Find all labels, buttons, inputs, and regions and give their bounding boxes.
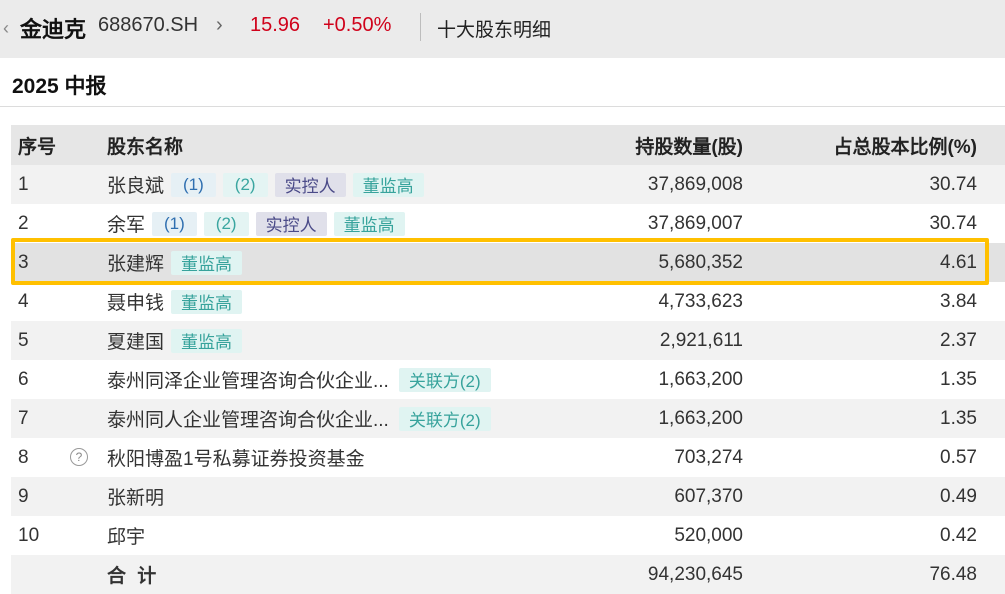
column-header-shares[interactable]: 持股数量(股) <box>571 125 743 165</box>
stock-code: 688670.SH <box>98 14 199 36</box>
table-row-highlighted[interactable]: 3 张建辉 董监高 5,680,352 4.61 <box>11 243 1005 282</box>
shareholder-name-cell: 泰州同泽企业管理咨询合伙企业... 关联方(2) <box>107 360 491 399</box>
page-title: 十大股东明细 <box>437 20 552 41</box>
shareholder-name[interactable]: 聂申钱 <box>107 288 164 315</box>
shares-cell: 5,680,352 <box>658 251 743 273</box>
shareholder-name-cell: 秋阳博盈1号私募证券投资基金 <box>107 438 365 477</box>
shareholder-name[interactable]: 余军 <box>107 210 145 237</box>
shareholder-name-cell: 余军 (1) (2) 实控人 董监高 <box>107 204 405 243</box>
shareholder-name[interactable]: 张建辉 <box>107 249 164 276</box>
tag-related-party[interactable]: 关联方(2) <box>398 406 491 431</box>
ratio-cell: 3.84 <box>940 290 977 312</box>
total-shares-cell: 94,230,645 <box>647 563 743 585</box>
row-index: 7 <box>18 407 29 429</box>
ratio-cell: 1.35 <box>940 407 977 429</box>
table-header-row: 序号 股东名称 持股数量(股) 占总股本比例(%) <box>11 125 1005 165</box>
section-divider <box>0 106 1005 107</box>
ratio-cell: 2.37 <box>940 329 977 351</box>
shareholder-name[interactable]: 夏建国 <box>107 327 164 354</box>
shareholder-name-cell: 夏建国 董监高 <box>107 321 243 360</box>
ratio-cell: 30.74 <box>929 173 977 195</box>
tag-note-2[interactable]: (2) <box>222 172 268 197</box>
total-label-cell: 合 计 <box>107 555 159 594</box>
shareholder-name-cell: 邱宇 <box>107 516 145 555</box>
shareholder-name[interactable]: 泰州同人企业管理咨询合伙企业... <box>107 405 389 432</box>
ratio-cell: 0.42 <box>940 524 977 546</box>
header-divider <box>420 13 421 41</box>
shareholder-name-cell: 泰州同人企业管理咨询合伙企业... 关联方(2) <box>107 399 491 438</box>
ratio-cell: 4.61 <box>940 251 977 273</box>
row-index: 8 <box>18 446 29 468</box>
stock-name: 金迪克 <box>20 17 87 42</box>
row-index: 1 <box>18 173 29 195</box>
row-index: 6 <box>18 368 29 390</box>
ratio-cell: 30.74 <box>929 212 977 234</box>
report-period-title: 2025 中报 <box>12 75 107 98</box>
table-row[interactable]: 1 张良斌 (1) (2) 实控人 董监高 37,869,008 30.74 <box>11 165 1005 204</box>
back-chevron-icon[interactable]: ‹ <box>0 18 12 39</box>
table-row[interactable]: 5 夏建国 董监高 2,921,611 2.37 <box>11 321 1005 360</box>
table-row[interactable]: 9 张新明 607,370 0.49 <box>11 477 1005 516</box>
tag-management: 董监高 <box>171 328 243 353</box>
table-row[interactable]: 6 泰州同泽企业管理咨询合伙企业... 关联方(2) 1,663,200 1.3… <box>11 360 1005 399</box>
tag-management: 董监高 <box>171 289 243 314</box>
row-index: 5 <box>18 329 29 351</box>
shares-cell: 37,869,008 <box>647 173 743 195</box>
shareholder-name[interactable]: 泰州同泽企业管理咨询合伙企业... <box>107 366 389 393</box>
tag-management: 董监高 <box>352 172 424 197</box>
table-total-row: 合 计 94,230,645 76.48 <box>11 555 1005 594</box>
shares-cell: 607,370 <box>674 485 743 507</box>
shareholder-name[interactable]: 张新明 <box>107 483 164 510</box>
total-ratio-cell: 76.48 <box>929 563 977 585</box>
price-change-percent: +0.50% <box>323 14 392 36</box>
shares-cell: 2,921,611 <box>659 329 743 351</box>
row-index: 4 <box>18 290 29 312</box>
ratio-cell: 0.57 <box>940 446 977 468</box>
tag-related-party[interactable]: 关联方(2) <box>398 367 491 392</box>
help-question-icon[interactable]: ? <box>70 448 88 466</box>
shareholder-name-cell: 张新明 <box>107 477 164 516</box>
row-index: 3 <box>18 251 29 273</box>
shares-cell: 1,663,200 <box>658 368 743 390</box>
shareholder-name[interactable]: 邱宇 <box>107 522 145 549</box>
row-index: 2 <box>18 212 29 234</box>
total-label: 合 计 <box>107 566 160 587</box>
tag-controller: 实控人 <box>274 172 346 197</box>
chevron-right-icon[interactable]: › <box>216 14 223 37</box>
table-row[interactable]: 10 邱宇 520,000 0.42 <box>11 516 1005 555</box>
shareholder-name-cell: 聂申钱 董监高 <box>107 282 243 321</box>
ratio-cell: 1.35 <box>940 368 977 390</box>
shares-cell: 703,274 <box>674 446 743 468</box>
column-header-name: 股东名称 <box>107 136 184 158</box>
shares-cell: 37,869,007 <box>647 212 743 234</box>
table-row[interactable]: 7 泰州同人企业管理咨询合伙企业... 关联方(2) 1,663,200 1.3… <box>11 399 1005 438</box>
table-row[interactable]: 2 余军 (1) (2) 实控人 董监高 37,869,007 30.74 <box>11 204 1005 243</box>
shares-cell: 520,000 <box>674 524 743 546</box>
tag-note-1[interactable]: (1) <box>152 211 197 236</box>
column-header-ratio[interactable]: 占总股本比例(%) <box>801 125 977 165</box>
shareholder-name[interactable]: 秋阳博盈1号私募证券投资基金 <box>107 444 365 471</box>
row-index: 10 <box>18 524 40 546</box>
table-row[interactable]: 8 ? 秋阳博盈1号私募证券投资基金 703,274 0.57 <box>11 438 1005 477</box>
ratio-cell: 0.49 <box>940 485 977 507</box>
shareholder-name-cell: 张良斌 (1) (2) 实控人 董监高 <box>107 165 424 204</box>
shareholder-name-cell: 张建辉 董监高 <box>107 243 243 282</box>
tag-controller: 实控人 <box>255 211 327 236</box>
tag-note-2[interactable]: (2) <box>203 211 249 236</box>
tag-management: 董监高 <box>171 250 243 275</box>
table-row[interactable]: 4 聂申钱 董监高 4,733,623 3.84 <box>11 282 1005 321</box>
shareholders-table: 序号 股东名称 持股数量(股) 占总股本比例(%) 1 张良斌 (1) (2) … <box>11 125 1005 594</box>
top-bar: ‹ 金迪克 688670.SH › 15.96 +0.50% 十大股东明细 <box>0 0 1005 58</box>
tag-note-1[interactable]: (1) <box>171 172 216 197</box>
shares-cell: 4,733,623 <box>658 290 743 312</box>
row-index: 9 <box>18 485 29 507</box>
shares-cell: 1,663,200 <box>658 407 743 429</box>
stock-price: 15.96 <box>250 14 301 36</box>
tag-management: 董监高 <box>333 211 405 236</box>
column-header-index: 序号 <box>18 136 57 158</box>
shareholder-name[interactable]: 张良斌 <box>107 171 164 198</box>
